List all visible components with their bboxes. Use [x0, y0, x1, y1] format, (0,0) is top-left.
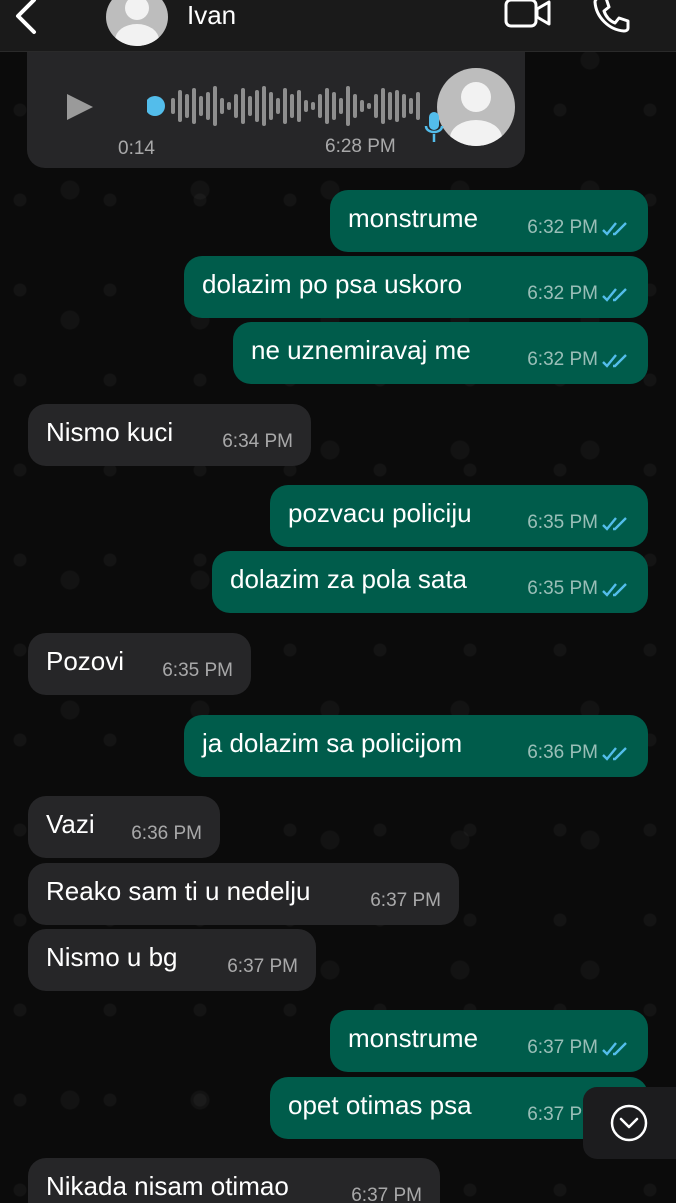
message-time: 6:37 PM	[527, 1037, 598, 1058]
message-text: Nismo u bg	[46, 942, 178, 972]
message-bubble[interactable]: ja dolazim sa policijom 6:36 PM	[184, 715, 648, 777]
message-text: monstrume	[348, 203, 479, 233]
chevron-down-icon	[610, 1104, 648, 1142]
message-time: 6:34 PM	[222, 431, 293, 452]
message-text: pozvacu policiju	[288, 498, 472, 528]
video-call-icon[interactable]	[503, 0, 553, 32]
message-bubble[interactable]: Pozovi 6:35 PM	[28, 633, 251, 695]
message-text: opet otimas psa	[288, 1090, 472, 1120]
chat-header: Ivan	[0, 0, 676, 52]
read-receipt-icon	[602, 747, 627, 761]
scroll-to-bottom-button[interactable]	[583, 1087, 676, 1159]
sender-avatar	[437, 68, 515, 146]
message-time: 6:32 PM	[527, 217, 598, 238]
voice-duration: 0:14	[118, 138, 155, 159]
message-time: 6:32 PM	[527, 283, 598, 304]
message-bubble[interactable]: Vazi 6:36 PM	[28, 796, 220, 858]
message-time: 6:36 PM	[527, 742, 598, 763]
read-receipt-icon	[602, 222, 627, 236]
message-bubble[interactable]: pozvacu policiju 6:35 PM	[270, 485, 648, 547]
read-receipt-icon	[602, 517, 627, 531]
message-bubble[interactable]: dolazim za pola sata 6:35 PM	[212, 551, 648, 613]
message-time: 6:37 PM	[227, 956, 298, 977]
message-time: 6:35 PM	[527, 512, 598, 533]
contact-name[interactable]: Ivan	[187, 0, 236, 30]
read-receipt-icon	[602, 288, 627, 302]
message-bubble[interactable]: Nikada nisam otimao 6:37 PM	[28, 1158, 440, 1203]
message-text: monstrume	[348, 1023, 479, 1053]
message-bubble[interactable]: dolazim po psa uskoro 6:32 PM	[184, 256, 648, 318]
mic-icon	[424, 110, 444, 144]
phone-call-icon[interactable]	[591, 0, 631, 34]
message-text: dolazim za pola sata	[230, 564, 468, 594]
message-text: Pozovi	[46, 646, 125, 676]
read-receipt-icon	[602, 1042, 627, 1056]
message-bubble[interactable]: Nismo u bg 6:37 PM	[28, 929, 316, 991]
message-bubble[interactable]: monstrume 6:37 PM	[330, 1010, 648, 1072]
message-time: 6:32 PM	[527, 349, 598, 370]
message-text: ja dolazim sa policijom	[202, 728, 463, 758]
message-time: 6:35 PM	[527, 578, 598, 599]
voice-timestamp: 6:28 PM	[325, 136, 396, 157]
read-receipt-icon	[602, 583, 627, 597]
message-text: Reako sam ti u nedelju	[46, 876, 311, 906]
message-text: ne uznemiravaj me	[251, 335, 471, 365]
voice-message[interactable]: 0:14 6:28 PM	[27, 52, 525, 168]
contact-avatar[interactable]	[106, 0, 168, 46]
message-bubble[interactable]: monstrume 6:32 PM	[330, 190, 648, 252]
audio-waveform[interactable]	[147, 84, 427, 128]
play-icon[interactable]	[65, 92, 95, 122]
message-text: dolazim po psa uskoro	[202, 269, 463, 299]
message-time: 6:35 PM	[162, 660, 233, 681]
back-chevron-icon[interactable]	[10, 0, 46, 40]
message-time: 6:37 PM	[370, 890, 441, 911]
message-bubble[interactable]: ne uznemiravaj me 6:32 PM	[233, 322, 648, 384]
read-receipt-icon	[602, 354, 627, 368]
message-bubble[interactable]: Reako sam ti u nedelju 6:37 PM	[28, 863, 459, 925]
message-text: Nismo kuci	[46, 417, 174, 447]
message-time: 6:37 PM	[351, 1185, 422, 1203]
message-text: Nikada nisam otimao	[46, 1171, 289, 1201]
message-text: Vazi	[46, 809, 95, 839]
message-time: 6:36 PM	[131, 823, 202, 844]
message-bubble[interactable]: Nismo kuci 6:34 PM	[28, 404, 311, 466]
